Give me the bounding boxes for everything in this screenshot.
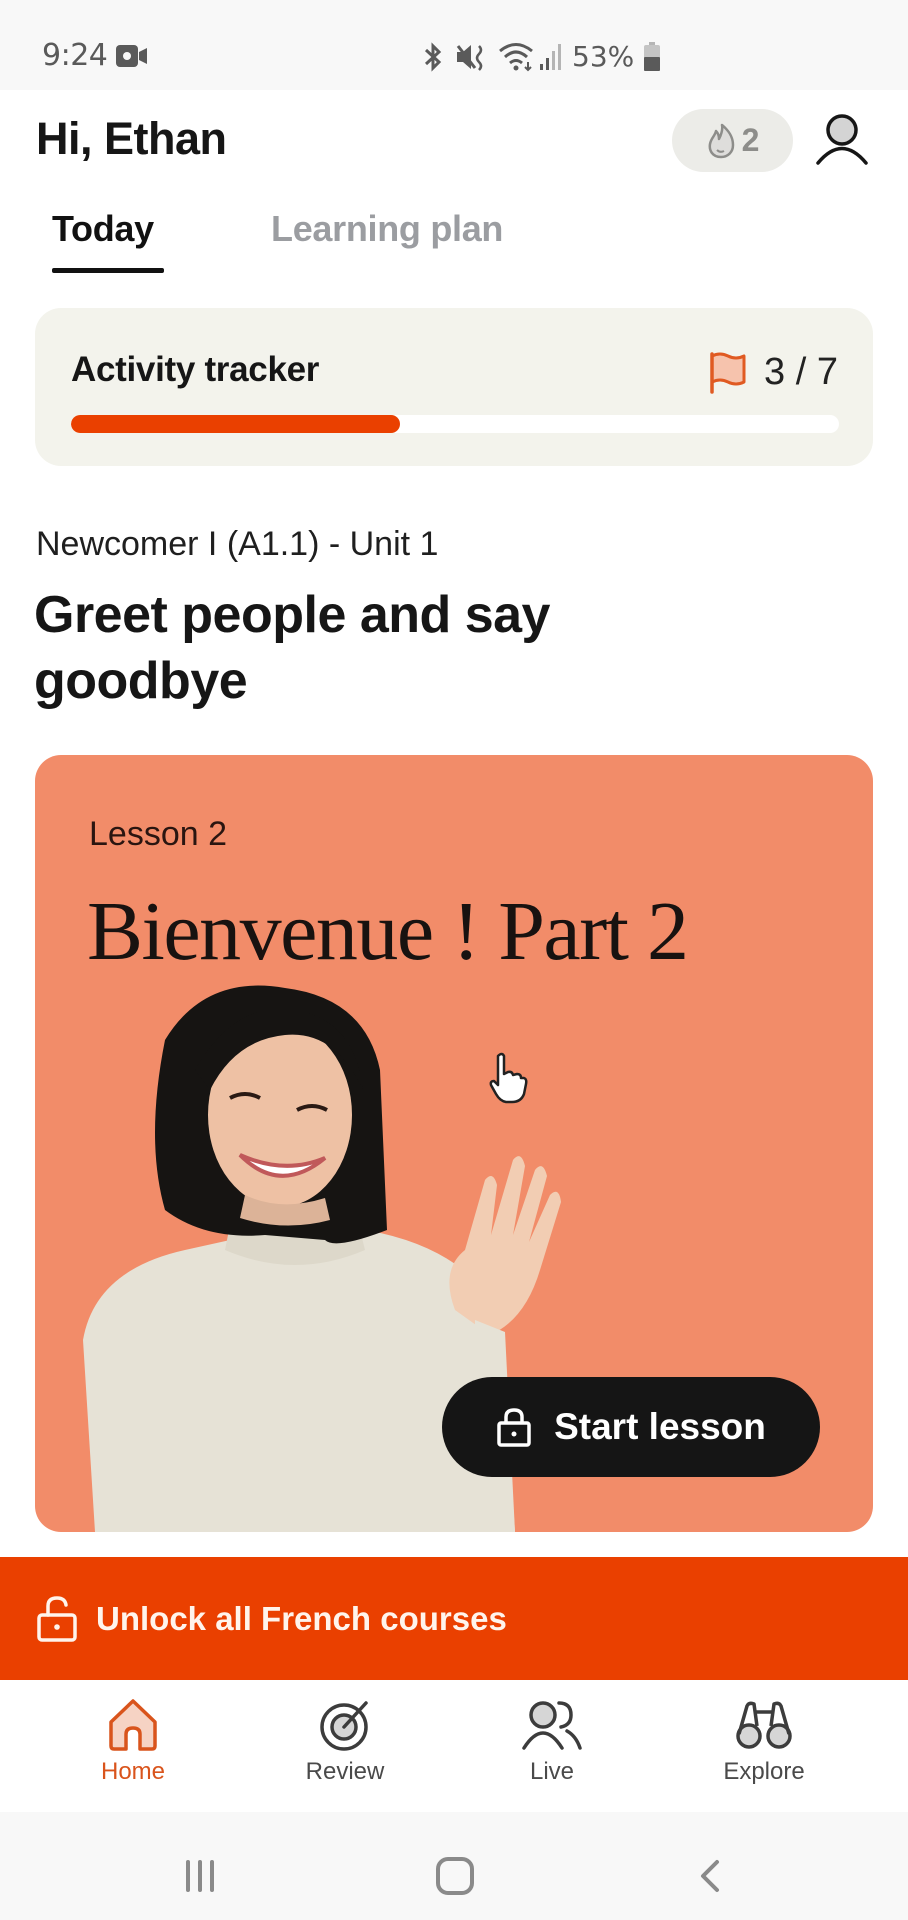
greeting-title: Hi, Ethan [36,113,227,164]
home-button[interactable] [435,1856,475,1896]
start-lesson-label: Start lesson [554,1406,766,1447]
activity-progress-bar [71,415,839,433]
unit-subtitle: Newcomer I (A1.1) - Unit 1 [36,525,439,563]
lesson-card[interactable]: Lesson 2 Bienvenue ! Part 2 Start lesson [35,755,873,1532]
wifi-icon [499,43,533,72]
pointer-cursor-icon [489,1052,528,1104]
signal-icon [540,44,561,70]
people-icon [522,1701,582,1750]
nav-explore-label: Explore [723,1758,805,1785]
unlock-courses-banner[interactable]: Unlock all French courses [0,1557,908,1680]
active-tab-indicator [52,268,164,273]
lock-icon [497,1408,531,1447]
battery-percent: 53% [572,40,635,73]
back-button[interactable] [695,1858,725,1894]
tab-today[interactable]: Today [52,208,154,250]
system-navigation-bar [0,1812,908,1920]
streak-count: 2 [741,122,760,158]
mute-vibrate-icon [456,45,483,71]
unit-title: Greet people and say goodbye [34,586,550,710]
binoculars-icon [736,1701,792,1749]
profile-icon[interactable] [812,110,872,170]
activity-count: 3 / 7 [708,350,838,394]
lesson-title: Bienvenue ! Part 2 [87,885,689,978]
nav-review-label: Review [305,1758,385,1785]
status-bar: 9:24 53% [0,0,908,90]
activity-count-text: 3 / 7 [764,350,838,393]
tab-learning-plan[interactable]: Learning plan [271,208,503,250]
bottom-navigation: Home Review Live Explore [0,1680,908,1812]
video-recording-icon [116,45,147,67]
unlock-icon [37,1595,77,1642]
activity-tracker-card[interactable]: Activity tracker 3 / 7 [35,308,873,466]
unlock-courses-label: Unlock all French courses [96,1599,507,1637]
lesson-number: Lesson 2 [89,815,227,853]
flame-icon [708,123,734,158]
recents-button[interactable] [182,1858,218,1894]
streak-badge[interactable]: 2 [672,109,793,172]
nav-home-label: Home [100,1758,166,1785]
nav-live[interactable]: Live [472,1698,632,1786]
activity-progress-fill [71,415,401,433]
start-lesson-button[interactable]: Start lesson [442,1377,820,1477]
nav-home[interactable]: Home [53,1698,213,1786]
battery-icon [644,42,660,71]
status-time: 9:24 [42,38,108,73]
bluetooth-icon [424,42,442,72]
flag-icon [710,352,746,394]
nav-review[interactable]: Review [265,1698,425,1786]
nav-explore[interactable]: Explore [684,1698,844,1786]
activity-tracker-title: Activity tracker [71,350,320,389]
nav-live-label: Live [529,1758,575,1785]
target-icon [320,1701,368,1751]
home-icon [109,1699,157,1751]
